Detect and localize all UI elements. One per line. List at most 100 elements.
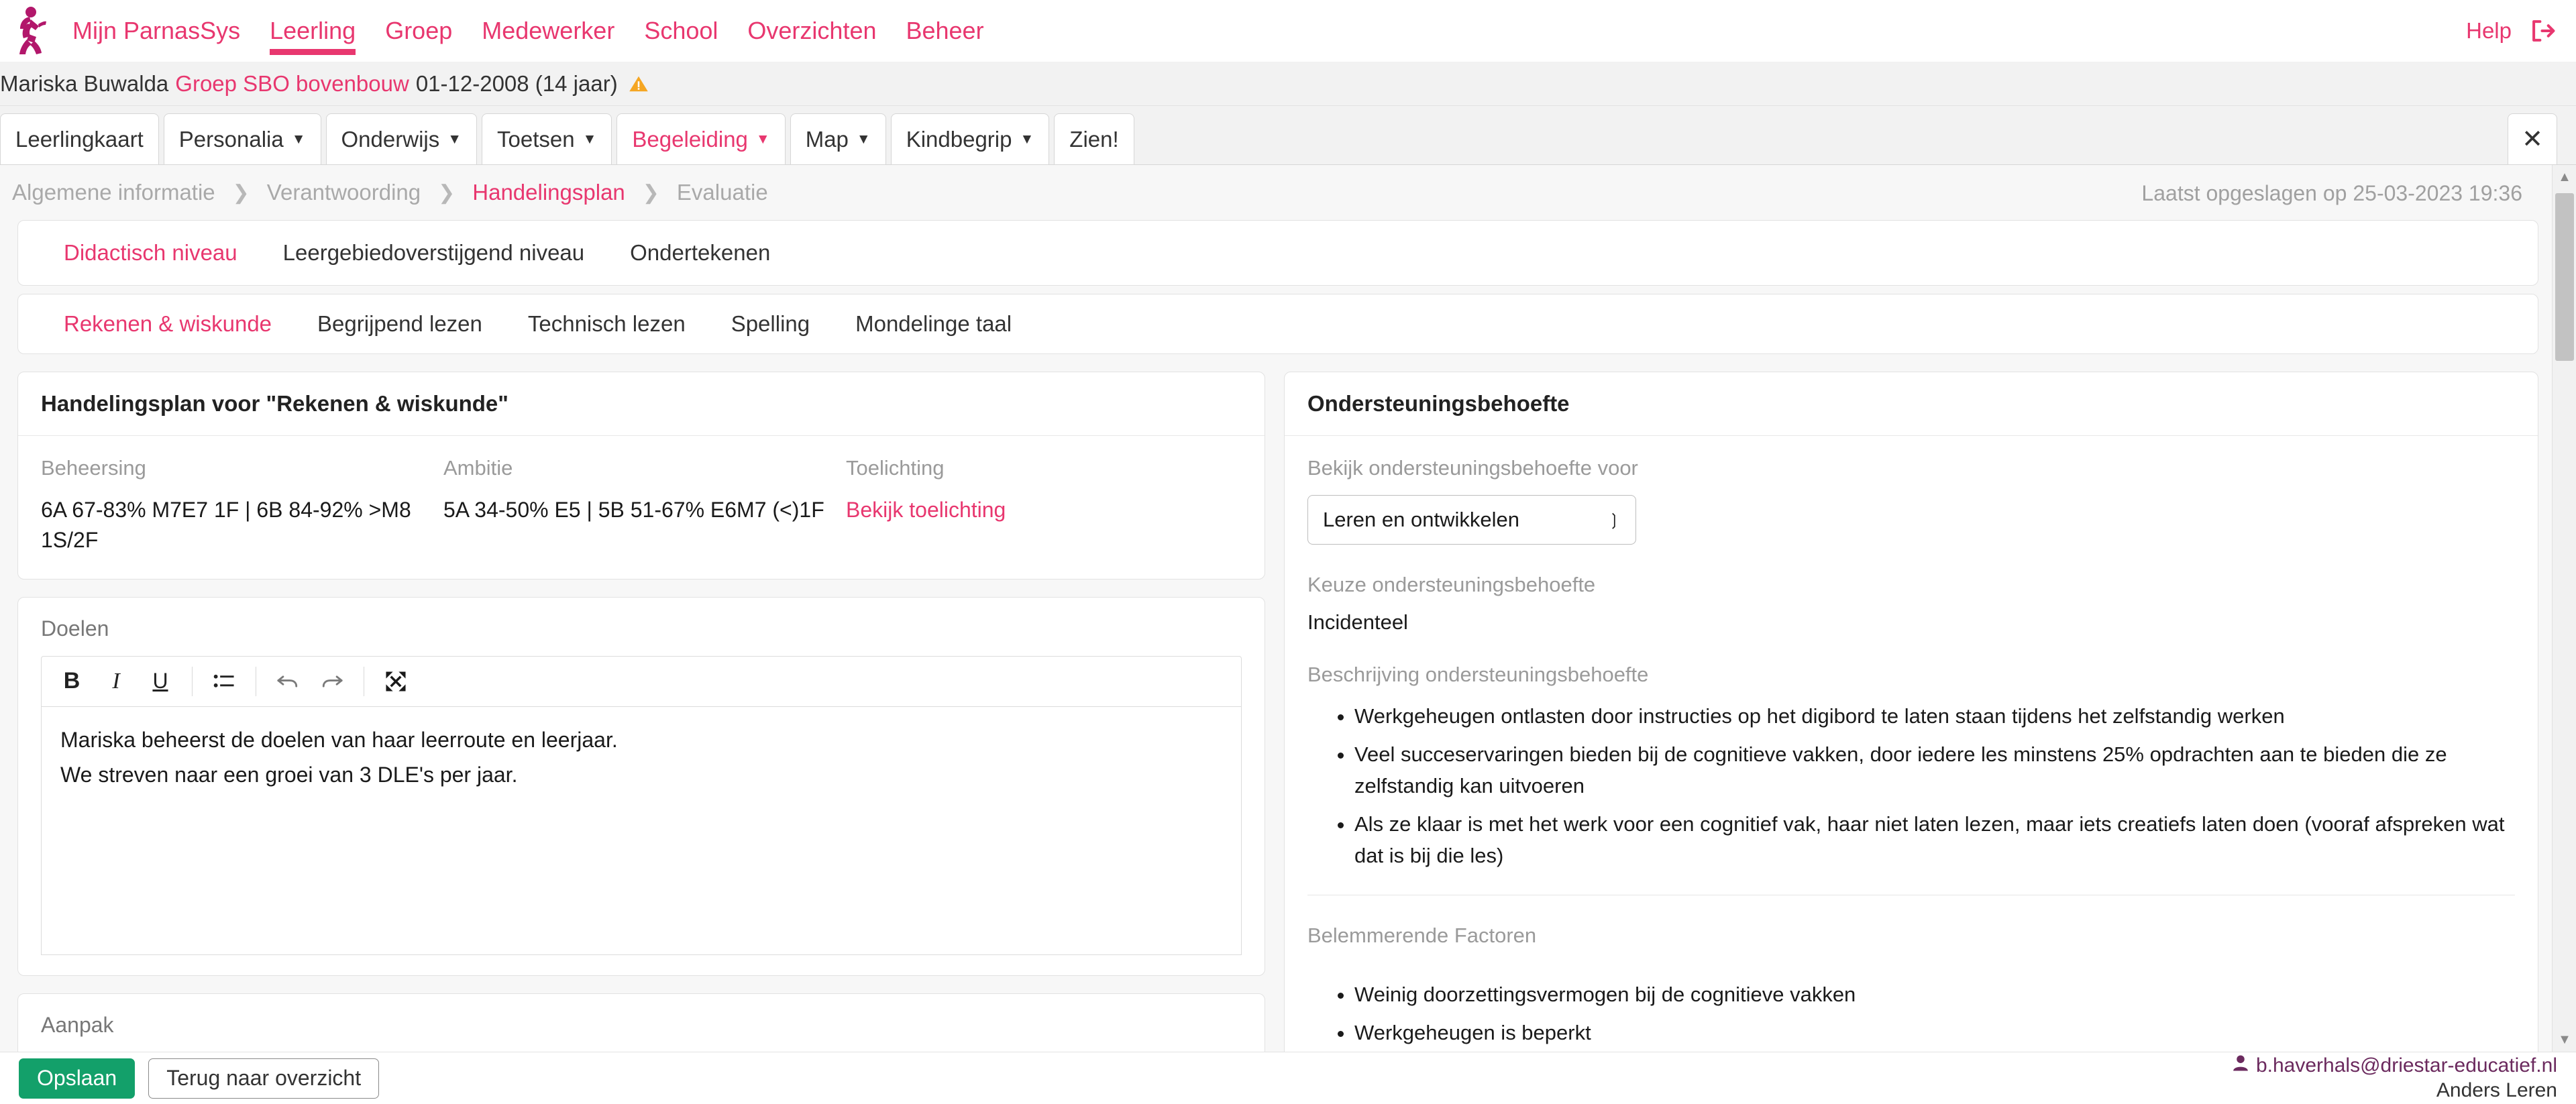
tab-label: Map xyxy=(805,126,849,152)
editor-toolbar: B I U xyxy=(41,655,1242,707)
student-group-link[interactable]: Groep SBO bovenbouw xyxy=(175,71,409,97)
ondersteuningsbehoefte-box: Ondersteuningsbehoefte Bekijk ondersteun… xyxy=(1284,372,2538,1079)
scrollbar-thumb[interactable] xyxy=(2555,193,2574,361)
tab-zien[interactable]: Zien! xyxy=(1054,113,1134,164)
user-email: b.haverhals@driestar-educatief.nl xyxy=(2255,1054,2557,1077)
chevron-down-icon: ▼ xyxy=(291,131,306,147)
vertical-scrollbar[interactable]: ▲ ▼ xyxy=(2552,165,2576,1052)
scroll-up-arrow-icon[interactable]: ▲ xyxy=(2553,165,2576,189)
underline-icon[interactable]: U xyxy=(140,662,181,701)
tab-toetsen[interactable]: Toetsen ▼ xyxy=(482,113,612,164)
level-tabs-card: Didactisch niveau Leergebiedoverstijgend… xyxy=(17,220,2538,286)
tab-leergebiedoverstijgend-niveau[interactable]: Leergebiedoverstijgend niveau xyxy=(260,240,608,266)
fullscreen-icon[interactable] xyxy=(375,662,417,701)
nav-item-school[interactable]: School xyxy=(629,0,733,62)
breadcrumb-item-evaluatie[interactable]: Evaluatie xyxy=(677,180,768,205)
toolbar-divider xyxy=(192,666,193,696)
tab-begeleiding[interactable]: Begeleiding ▼ xyxy=(616,113,786,164)
top-navigation-bar: Mijn ParnasSys Leerling Groep Medewerker… xyxy=(0,0,2576,62)
handelingsplan-body: Beheersing 6A 67-83% M7E7 1F | 6B 84-92%… xyxy=(18,436,1265,579)
doelen-line-2: We streven naar een groei van 3 DLE's pe… xyxy=(60,763,518,787)
toelichting-label: Toelichting xyxy=(846,456,945,480)
doelen-editor: B I U Mariska beheerst de doelen van haa… xyxy=(18,641,1265,975)
chevron-down-icon: ▼ xyxy=(447,131,462,147)
bullet-list-icon[interactable] xyxy=(203,662,245,701)
tab-label: Personalia xyxy=(178,126,284,152)
tab-label: Begeleiding xyxy=(632,126,748,152)
bold-icon[interactable]: B xyxy=(51,662,93,701)
doelen-box: Doelen B I U Mariska beheerst de doelen … xyxy=(17,596,1265,976)
tab-map[interactable]: Map ▼ xyxy=(790,113,886,164)
tab-onderwijs[interactable]: Onderwijs ▼ xyxy=(325,113,478,164)
chevron-down-icon: ▼ xyxy=(1020,131,1034,147)
aanpak-box: Aanpak xyxy=(17,993,1265,1057)
italic-icon[interactable]: I xyxy=(95,662,137,701)
belemmerende-factoren-section: Belemmerende Factoren Weinig doorzetting… xyxy=(1307,924,2515,1048)
doelen-textarea[interactable]: Mariska beheerst de doelen van haar leer… xyxy=(41,706,1242,955)
tab-spelling[interactable]: Spelling xyxy=(708,311,833,337)
breadcrumb-item-verantwoording[interactable]: Verantwoording xyxy=(267,180,421,205)
ondersteuningsbehoefte-body: Bekijk ondersteuningsbehoefte voor Leren… xyxy=(1285,436,2538,1078)
tab-technisch-lezen[interactable]: Technisch lezen xyxy=(505,311,708,337)
breadcrumb-item-algemene-informatie[interactable]: Algemene informatie xyxy=(12,180,215,205)
student-name: Mariska Buwalda xyxy=(0,70,169,96)
scroll-down-arrow-icon[interactable]: ▼ xyxy=(2553,1028,2576,1052)
nav-item-medewerker[interactable]: Medewerker xyxy=(467,0,629,62)
tab-didactisch-niveau[interactable]: Didactisch niveau xyxy=(41,240,260,266)
help-link[interactable]: Help xyxy=(2466,18,2512,44)
chevron-down-icon: ▼ xyxy=(582,131,597,147)
content-columns: Handelingsplan voor "Rekenen & wiskunde"… xyxy=(17,372,2538,1096)
parnassys-runner-logo[interactable] xyxy=(0,0,58,62)
tab-ondertekenen[interactable]: Ondertekenen xyxy=(607,240,793,266)
keuze-section: Keuze ondersteuningsbehoefte Incidenteel xyxy=(1307,573,2515,634)
warning-icon[interactable] xyxy=(629,74,649,93)
handelingsplan-box: Handelingsplan voor "Rekenen & wiskunde"… xyxy=(17,372,1265,579)
tab-begrijpend-lezen[interactable]: Begrijpend lezen xyxy=(294,311,505,337)
nav-item-groep[interactable]: Groep xyxy=(370,0,467,62)
main-scroll-region: Algemene informatie ❯ Verantwoording ❯ H… xyxy=(0,165,2576,1079)
belemmerende-factoren-label: Belemmerende Factoren xyxy=(1307,923,1537,947)
ondersteuningsbehoefte-title: Ondersteuningsbehoefte xyxy=(1285,372,2538,436)
module-tab-strip: Leerlingkaart Personalia ▼ Onderwijs ▼ T… xyxy=(0,106,2576,165)
handelingsplan-title: Handelingsplan voor "Rekenen & wiskunde" xyxy=(18,372,1265,436)
keuze-value: Incidenteel xyxy=(1307,610,1408,634)
tab-rekenen-wiskunde[interactable]: Rekenen & wiskunde xyxy=(41,311,294,337)
list-item: Werkgeheugen is beperkt xyxy=(1354,1017,2515,1048)
nav-item-overzichten[interactable]: Overzichten xyxy=(733,0,891,62)
chevron-down-icon: ▼ xyxy=(755,131,770,147)
chevron-down-icon: ❳ xyxy=(1607,510,1621,529)
breadcrumb-separator-icon: ❯ xyxy=(642,181,659,204)
tab-mondelinge-taal[interactable]: Mondelinge taal xyxy=(833,311,1034,337)
close-icon[interactable]: ✕ xyxy=(2508,113,2557,164)
breadcrumb-item-handelingsplan[interactable]: Handelingsplan xyxy=(472,180,625,205)
nav-item-mijn-parnassys[interactable]: Mijn ParnasSys xyxy=(58,0,255,62)
aanpak-label: Aanpak xyxy=(41,1012,114,1037)
support-select-label: Bekijk ondersteuningsbehoefte voor xyxy=(1307,456,1638,480)
undo-icon[interactable] xyxy=(267,662,309,701)
tab-label: Onderwijs xyxy=(341,126,440,152)
tab-label: Toetsen xyxy=(497,126,575,152)
beschrijving-list: Werkgeheugen ontlasten door instructies … xyxy=(1307,700,2515,872)
tab-leerlingkaart[interactable]: Leerlingkaart xyxy=(0,113,159,164)
save-button[interactable]: Opslaan xyxy=(19,1058,136,1099)
bekijk-toelichting-link[interactable]: Bekijk toelichting xyxy=(846,495,1161,525)
tab-kindbegrip[interactable]: Kindbegrip ▼ xyxy=(890,113,1050,164)
beheersing-field: Beheersing 6A 67-83% M7E7 1F | 6B 84-92%… xyxy=(41,456,443,556)
nav-item-beheer[interactable]: Beheer xyxy=(891,0,998,62)
beheersing-value: 6A 67-83% M7E7 1F | 6B 84-92% >M8 1S/2F xyxy=(41,498,411,553)
redo-icon[interactable] xyxy=(311,662,353,701)
top-right-actions: Help xyxy=(2466,0,2556,62)
plan-levels-row: Beheersing 6A 67-83% M7E7 1F | 6B 84-92%… xyxy=(41,456,1242,556)
back-to-overview-button[interactable]: Terug naar overzicht xyxy=(148,1058,380,1099)
list-item: Weinig doorzettingsvermogen bij de cogni… xyxy=(1354,979,2515,1010)
user-school: Anders Leren xyxy=(2436,1079,2557,1101)
breadcrumb: Algemene informatie ❯ Verantwoording ❯ H… xyxy=(0,165,2576,220)
tab-personalia[interactable]: Personalia ▼ xyxy=(163,113,321,164)
logout-icon[interactable] xyxy=(2530,19,2556,42)
support-category-select[interactable]: Leren en ontwikkelen ❳ xyxy=(1307,495,1636,545)
student-context-bar: Mariska Buwalda Groep SBO bovenbouw 01-1… xyxy=(0,62,2576,106)
right-column: Ondersteuningsbehoefte Bekijk ondersteun… xyxy=(1284,372,2538,1096)
nav-item-leerling[interactable]: Leerling xyxy=(255,0,370,62)
student-birthdate: 01-12-2008 (14 jaar) xyxy=(415,70,618,96)
left-column: Handelingsplan voor "Rekenen & wiskunde"… xyxy=(17,372,1265,1074)
